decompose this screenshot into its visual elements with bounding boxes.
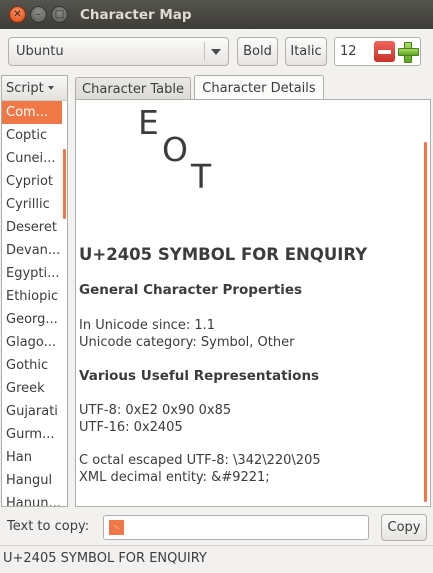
script-list-header[interactable]: Script (2, 76, 67, 101)
script-list-item[interactable]: Greek (2, 377, 62, 400)
bold-toggle-button[interactable]: Bold (237, 37, 278, 66)
copy-row: Text to copy: ␅ Copy (0, 511, 433, 545)
font-family-dropdown[interactable]: Ubuntu (8, 37, 229, 66)
font-size-value[interactable]: 12 (335, 44, 374, 59)
script-list-item[interactable]: Com... (2, 101, 62, 124)
script-list-item[interactable]: Hangul (2, 469, 62, 492)
glyph-preview-t: T (191, 157, 212, 196)
script-list-item[interactable]: Gurm... (2, 423, 62, 446)
chevron-down-icon (211, 48, 221, 55)
script-list-item[interactable]: Cyrillic (2, 193, 62, 216)
script-list-item[interactable]: Hanun... (2, 492, 62, 506)
script-list-scrollbar[interactable] (63, 149, 66, 219)
glyph-preview-o: O (162, 130, 188, 169)
script-list-item[interactable]: Coptic (2, 124, 62, 147)
unicode-since-text: In Unicode since: 1.1 (79, 318, 216, 333)
dropdown-separator (204, 42, 205, 61)
script-list-item[interactable]: Cunei... (2, 147, 62, 170)
script-list-items: Com... Coptic Cunei... Cypriot Cyrillic Deser… (2, 101, 67, 506)
script-list-item[interactable]: Gothic (2, 354, 62, 377)
utf8-text: UTF-8: 0xE2 0x90 0x85 (79, 403, 232, 418)
c-octal-text: C octal escaped UTF-8: \342\220\205 (79, 453, 321, 468)
minimize-window-button[interactable]: – (30, 6, 47, 23)
script-list-item[interactable]: Gujarati (2, 400, 62, 423)
utf16-text: UTF-16: 0x2405 (79, 420, 183, 435)
italic-toggle-button[interactable]: Italic (285, 37, 327, 66)
representations-heading: Various Useful Representations (79, 368, 320, 384)
script-list-item[interactable]: Glago... (2, 331, 62, 354)
text-to-copy-input[interactable]: ␅ (103, 515, 369, 540)
script-header-label: Script (6, 80, 44, 96)
decrease-size-button[interactable] (374, 41, 395, 62)
window-title: Character Map (80, 6, 192, 23)
script-list-item[interactable]: Egypti... (2, 262, 62, 285)
tab-character-table[interactable]: Character Table (75, 77, 191, 100)
title-bar: ✕ – □ Character Map (0, 0, 433, 29)
status-bar: U+2405 SYMBOL FOR ENQUIRY (0, 545, 433, 573)
glyph-preview-e: E (138, 103, 159, 142)
text-to-copy-label: Text to copy: (7, 519, 90, 534)
details-scrollbar[interactable] (424, 142, 427, 502)
tab-character-details[interactable]: Character Details (194, 75, 324, 100)
copy-button[interactable]: Copy (381, 514, 427, 541)
increase-size-button[interactable] (397, 41, 419, 63)
script-list-item[interactable]: Georg... (2, 308, 62, 331)
script-list-item[interactable]: Ethiopic (2, 285, 62, 308)
character-details-panel: E O T U+2405 SYMBOL FOR ENQUIRY General … (75, 99, 431, 507)
toolbar: Ubuntu Bold Italic 12 (0, 29, 433, 73)
xml-entity-text: XML decimal entity: &#9221; (79, 470, 270, 485)
minus-icon (378, 49, 391, 54)
close-window-button[interactable]: ✕ (9, 6, 26, 23)
maximize-window-button[interactable]: □ (51, 6, 68, 23)
script-list-item[interactable]: Devan... (2, 239, 62, 262)
script-list-item[interactable]: Cypriot (2, 170, 62, 193)
character-title: U+2405 SYMBOL FOR ENQUIRY (79, 245, 368, 264)
script-list-item[interactable]: Han (2, 446, 62, 469)
general-properties-heading: General Character Properties (79, 282, 303, 298)
script-list[interactable]: Script Com... Coptic Cunei... Cypriot Cyrill… (1, 75, 68, 507)
unicode-category-text: Unicode category: Symbol, Other (79, 335, 295, 350)
copied-character: ␅ (109, 520, 124, 535)
font-family-value: Ubuntu (16, 44, 64, 59)
chevron-down-icon (47, 86, 54, 90)
font-size-spinner[interactable]: 12 (334, 37, 421, 66)
script-list-item[interactable]: Deseret (2, 216, 62, 239)
